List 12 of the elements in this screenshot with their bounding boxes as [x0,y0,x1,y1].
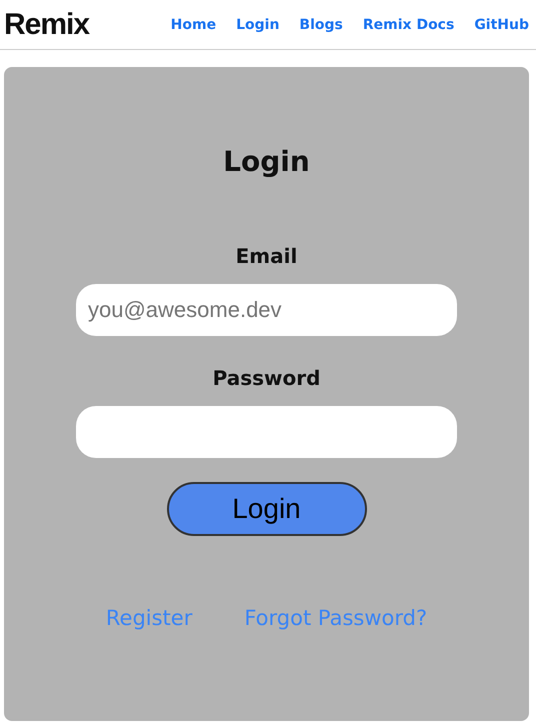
nav-link[interactable]: Blogs [299,16,343,32]
nav-link[interactable]: Home [170,16,216,32]
nav-link[interactable]: Login [236,16,280,32]
logo[interactable]: Remix [4,10,90,40]
login-button[interactable]: Login [166,482,366,536]
input-field[interactable] [76,406,457,458]
nav-link[interactable]: GitHub [474,16,529,32]
nav-link[interactable]: Remix Docs [362,16,454,32]
field-label: Password [212,366,320,390]
field-label: Email [236,244,298,268]
input-field[interactable]: you@awesome.dev [76,284,457,336]
form-title: Login [223,145,310,178]
